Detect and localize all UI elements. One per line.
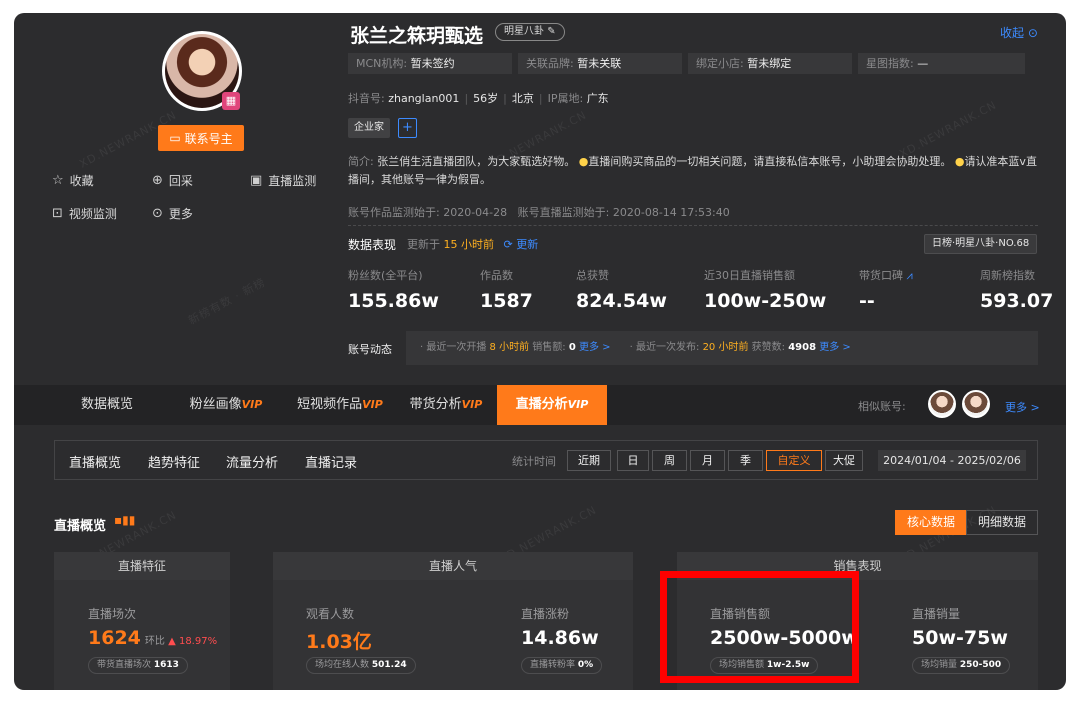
stat-label: 作品数 xyxy=(480,269,513,282)
tab-data-overview[interactable]: 数据概览 xyxy=(52,385,162,425)
period-day[interactable]: 日 xyxy=(617,450,649,471)
period-recent[interactable]: 近期 xyxy=(567,450,611,471)
more-link[interactable]: 更多 > xyxy=(819,342,851,353)
period-label: 统计时间 xyxy=(512,455,556,468)
watermark: 新榜有数 · 新榜 xyxy=(186,275,268,328)
account-meta: 抖音号: zhanglan001 | 56岁 | 北京 | IP属地: 广东 xyxy=(348,92,609,105)
more-link[interactable]: 更多 > xyxy=(579,342,611,353)
stat-value: 824.54w xyxy=(576,290,667,312)
kpi-value: 1624 环比 ▲ 18.97% xyxy=(88,627,218,649)
star-icon: ☆ xyxy=(52,173,64,188)
stat-label: 粉丝数(全平台) xyxy=(348,269,423,282)
kpi-value: 14.86w xyxy=(521,627,599,649)
detail-data-toggle[interactable]: 明细数据 xyxy=(966,510,1038,535)
tab-fan-portrait[interactable]: 粉丝画像VIP xyxy=(176,385,276,425)
chevron-up-icon: ⊙ xyxy=(1027,26,1038,40)
account-name: 张兰之箖玥甄选 xyxy=(350,25,484,47)
period-week[interactable]: 周 xyxy=(652,450,687,471)
tab-short-video[interactable]: 短视频作品VIP xyxy=(284,385,396,425)
period-month[interactable]: 月 xyxy=(690,450,725,471)
core-data-toggle[interactable]: 核心数据 xyxy=(895,510,967,535)
stat-label: 近30日直播销售额 xyxy=(704,269,795,282)
favorite-button[interactable]: ☆ 收藏 xyxy=(52,172,94,189)
more-dots-icon: ⊙ xyxy=(152,206,163,221)
stat-value: 100w-250w xyxy=(704,290,827,312)
message-icon: ▭ xyxy=(169,131,181,145)
stat-value: 155.86w xyxy=(348,290,439,312)
similar-account-avatar[interactable] xyxy=(928,390,956,418)
highlight-box xyxy=(660,571,859,683)
kpi-sub: 场均在线人数 501.24 xyxy=(306,657,416,674)
live-monitor-button[interactable]: ▣ 直播监测 xyxy=(250,172,316,189)
kpi-sub: 直播转粉率 0% xyxy=(521,657,603,674)
update-info: 更新于 15 小时前 ⟳ 更新 xyxy=(407,238,539,251)
tab-goods-analysis[interactable]: 带货分析VIP xyxy=(400,385,492,425)
period-custom[interactable]: 自定义 xyxy=(766,450,822,471)
tag-entrepreneur: 企业家 xyxy=(348,118,390,138)
play-box-icon: ▣ xyxy=(250,173,263,188)
mcn-info: MCN机构: 暂未签约 xyxy=(348,53,512,74)
rank-badge[interactable]: 日榜·明星八卦·NO.68 xyxy=(924,234,1038,254)
shop-info: 绑定小店: 暂未绑定 xyxy=(688,53,852,74)
trend-chart-icon: ⩘ xyxy=(906,269,913,282)
bulb-icon: ● xyxy=(954,155,965,168)
qr-code-icon[interactable]: ▦ xyxy=(222,92,240,110)
similar-more-link[interactable]: 更多 > xyxy=(1005,399,1040,415)
arrow-circle-icon: ⊕ xyxy=(152,173,163,188)
collapse-button[interactable]: 收起 ⊙ xyxy=(1000,24,1038,41)
monitor-dates: 账号作品监测始于: 2020-04-28 账号直播监测始于: 2020-08-1… xyxy=(348,206,730,219)
chart-box-icon: ⊡ xyxy=(52,206,63,221)
kpi-sub: 带货直播场次 1613 xyxy=(88,657,188,674)
kpi-label: 观看人数 xyxy=(306,607,355,621)
subtab-traffic[interactable]: 流量分析 xyxy=(226,452,278,471)
stat-value: 593.07 xyxy=(980,290,1054,312)
category-tag[interactable]: 明星八卦 ✎ xyxy=(495,23,565,41)
tab-live-analysis[interactable]: 直播分析VIP xyxy=(497,385,607,425)
bio: 简介: 张兰俏生活直播团队，为大家甄选好物。 ●直播间购买商品的一切相关问题，请… xyxy=(348,155,1037,186)
more-button[interactable]: ⊙ 更多 xyxy=(152,205,193,222)
subtab-trend[interactable]: 趋势特征 xyxy=(148,452,200,471)
brand-info: 关联品牌: 暂未关联 xyxy=(518,53,682,74)
stat-label: 总获赞 xyxy=(576,269,609,282)
watermark: XD.NEWRANK.CN xyxy=(897,98,999,161)
bars-icon: ▪▮▮ xyxy=(114,513,136,527)
kpi-label: 直播销量 xyxy=(912,607,961,621)
kpi-value: 1.03亿 xyxy=(306,631,372,653)
backtrack-button[interactable]: ⊕ 回采 xyxy=(152,172,193,189)
overview-title: 直播概览 xyxy=(54,519,107,534)
video-monitor-button[interactable]: ⊡ 视频监测 xyxy=(52,205,117,222)
divider xyxy=(348,225,1038,226)
star-index-info: 星图指数: — xyxy=(858,53,1025,74)
account-dynamics: 账号动态 · 最近一次开播 8 小时前 销售额: 0 更多 > · 最近一次发布… xyxy=(348,331,1038,365)
stat-value: 1587 xyxy=(480,290,533,312)
app-window: XD.NEWRANK.CN 新榜有数 · 新榜 XD.NEWRANK.CN XD… xyxy=(14,13,1066,690)
refresh-button[interactable]: ⟳ 更新 xyxy=(504,238,539,251)
edit-icon: ✎ xyxy=(547,26,556,37)
period-promo[interactable]: 大促 xyxy=(825,450,863,471)
stat-value: -- xyxy=(859,290,875,312)
kpi-label: 直播涨粉 xyxy=(521,607,570,621)
kpi-value: 50w-75w xyxy=(912,627,1008,649)
stat-label: 周新榜指数 xyxy=(980,269,1035,282)
kpi-label: 直播场次 xyxy=(88,607,137,621)
subtab-live-records[interactable]: 直播记录 xyxy=(305,452,357,471)
add-tag-button[interactable]: + xyxy=(398,118,417,138)
similar-accounts-label: 相似账号: xyxy=(858,400,906,413)
contact-owner-button[interactable]: ▭ 联系号主 xyxy=(158,125,244,151)
performance-title: 数据表现 xyxy=(348,238,397,252)
stat-label: 带货口碑 ⩘ xyxy=(859,269,913,282)
kpi-sub: 场均销量 250-500 xyxy=(912,657,1011,674)
bulb-icon: ● xyxy=(578,155,589,168)
period-quarter[interactable]: 季 xyxy=(728,450,763,471)
similar-account-avatar[interactable] xyxy=(962,390,990,418)
subtab-live-overview[interactable]: 直播概览 xyxy=(69,452,121,471)
date-range-picker[interactable]: 2024/01/04 - 2025/02/06 xyxy=(878,450,1026,471)
